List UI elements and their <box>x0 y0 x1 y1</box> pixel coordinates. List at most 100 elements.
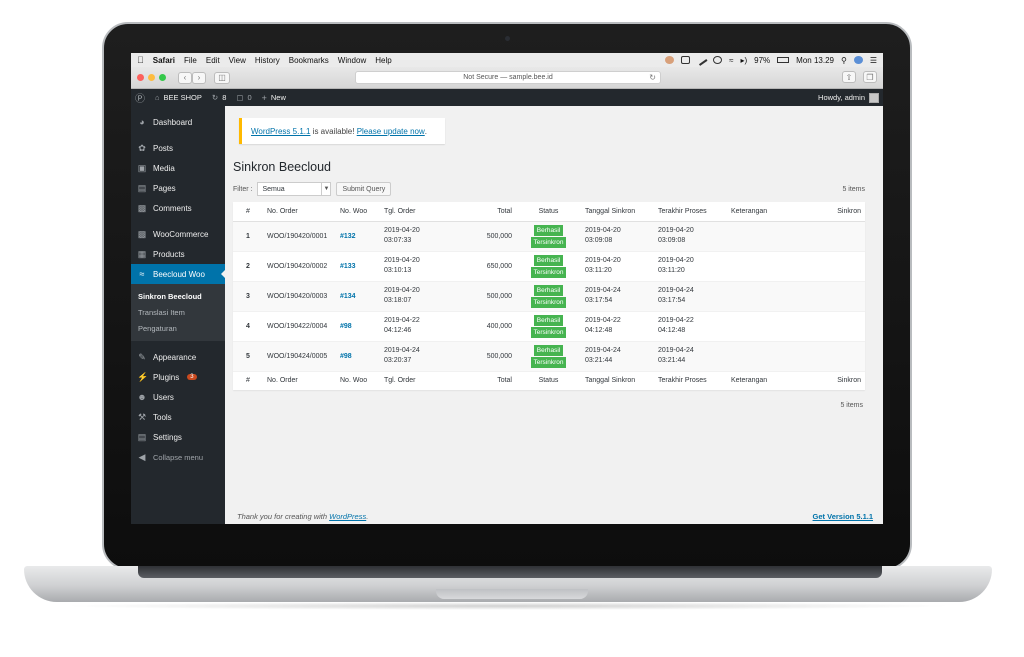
sidebar-item-tools[interactable]: ⚒ Tools <box>131 407 225 427</box>
sidebar-item-plugins[interactable]: ⚡ Plugins 3 <box>131 367 225 387</box>
sidebar-item-users[interactable]: ☻ Users <box>131 387 225 407</box>
tabs-icon[interactable]: ❐ <box>863 71 877 83</box>
sync-date-cell: 2019-04-24 03:21:44 <box>581 341 654 372</box>
wifi-icon[interactable]: ≈ <box>729 56 733 65</box>
table-body: 1 WOO/190420/0001 #132 2019-04-20 03:07:33 50… <box>233 221 865 372</box>
share-icon[interactable]: ⇧ <box>842 71 856 83</box>
sidebar-item-beecloud-woo[interactable]: ≈ Beecloud Woo <box>131 264 225 284</box>
sidebar-toggle-icon[interactable]: ◫ <box>214 71 230 84</box>
clock[interactable]: Mon 13.29 <box>796 56 834 65</box>
menu-help[interactable]: Help <box>375 56 391 65</box>
woo-order-link[interactable]: #98 <box>340 323 352 330</box>
site-name-link[interactable]: ⌂ BEE SHOP <box>155 93 202 102</box>
woo-order-link[interactable]: #132 <box>340 233 356 240</box>
sidebar-item-appearance[interactable]: ✎ Appearance <box>131 347 225 367</box>
sidebar-item-label: Pages <box>153 183 176 193</box>
menu-window[interactable]: Window <box>338 56 366 65</box>
sidebar-item-dashboard[interactable]: ◕ Dashboard <box>131 112 225 132</box>
col-tanggal-sinkron[interactable]: Tanggal Sinkron <box>581 202 654 222</box>
forward-button[interactable]: › <box>192 71 206 84</box>
last-process-time: 04:12:48 <box>658 327 686 334</box>
wordpress-logo-icon[interactable]: Ⓟ <box>135 90 145 105</box>
submit-query-button[interactable]: Submit Query <box>336 182 392 196</box>
close-window-button[interactable] <box>137 74 144 81</box>
col-sinkron[interactable]: Sinkron <box>797 202 865 222</box>
col-no-woo[interactable]: No. Woo <box>336 370 380 390</box>
table-footer-row: # No. Order No. Woo Tgl. Order Total Sta… <box>233 370 865 390</box>
collapse-menu-button[interactable]: ◀ Collapse menu <box>131 447 225 467</box>
comments-link[interactable]: ▢ 0 <box>236 93 251 102</box>
col-terakhir-proses[interactable]: Terakhir Proses <box>654 370 727 390</box>
wifi-icon: ≈ <box>139 269 145 279</box>
sidebar-item-label: Appearance <box>153 352 197 362</box>
time-machine-icon[interactable] <box>713 56 723 64</box>
new-content-link[interactable]: + New <box>262 93 286 103</box>
update-now-link[interactable]: Please update now <box>357 127 425 136</box>
woo-order-link[interactable]: #133 <box>340 263 356 270</box>
sidebar-item-woocommerce[interactable]: ▩ WooCommerce <box>131 224 225 244</box>
my-account-link[interactable]: Howdy, admin <box>818 92 879 103</box>
last-process-time: 03:09:08 <box>658 237 686 244</box>
wordpress-version-link[interactable]: WordPress 5.1.1 <box>251 127 310 136</box>
order-date: 2019-04-22 <box>384 317 420 324</box>
apple-icon[interactable]:  <box>137 55 144 65</box>
col-tgl-order[interactable]: Tgl. Order <box>380 370 476 390</box>
profile-icon[interactable] <box>665 56 675 64</box>
sidebar-item-pages[interactable]: ▤ Pages <box>131 178 225 198</box>
sidebar-item-settings[interactable]: ▤ Settings <box>131 427 225 447</box>
col-total[interactable]: Total <box>476 202 516 222</box>
sidebar-item-posts[interactable]: ✿ Posts <box>131 138 225 158</box>
col-total[interactable]: Total <box>476 370 516 390</box>
minimize-window-button[interactable] <box>148 74 155 81</box>
woo-order-link[interactable]: #98 <box>340 353 352 360</box>
toolbar-right: ⇧ ❐ <box>839 71 877 83</box>
sidebar-item-products[interactable]: ▦ Products <box>131 244 225 264</box>
sidebar-item-comments[interactable]: ▩ Comments <box>131 198 225 218</box>
col-keterangan[interactable]: Keterangan <box>727 202 797 222</box>
filter-value: Semua <box>262 185 285 193</box>
col-status[interactable]: Status <box>516 370 581 390</box>
reload-icon[interactable]: ↻ <box>649 73 656 82</box>
col-status[interactable]: Status <box>516 202 581 222</box>
col-no-woo[interactable]: No. Woo <box>336 202 380 222</box>
zoom-window-button[interactable] <box>159 74 166 81</box>
spotlight-icon[interactable]: ⚲ <box>841 56 847 65</box>
menu-file[interactable]: File <box>184 56 197 65</box>
sync-time: 03:17:54 <box>585 297 613 304</box>
col-keterangan[interactable]: Keterangan <box>727 370 797 390</box>
updates-link[interactable]: ↻ 8 <box>212 93 226 102</box>
back-button[interactable]: ‹ <box>178 71 192 84</box>
menu-history[interactable]: History <box>255 56 280 65</box>
battery-icon[interactable] <box>777 57 790 63</box>
sidebar-item-media[interactable]: ▣ Media <box>131 158 225 178</box>
page-title: Sinkron Beecloud <box>233 160 331 174</box>
get-version-link[interactable]: Get Version 5.1.1 <box>813 512 873 521</box>
wrench-icon: ⚒ <box>137 411 147 422</box>
filter-select[interactable]: Semua ▼ <box>257 182 332 196</box>
feather-icon[interactable] <box>695 54 708 66</box>
notification-center-icon[interactable]: ☰ <box>870 56 877 65</box>
col-sinkron[interactable]: Sinkron <box>797 370 865 390</box>
wordpress-link[interactable]: WordPress <box>329 512 366 521</box>
submenu-translasi-item[interactable]: Translasi Item <box>131 304 225 320</box>
col-tanggal-sinkron[interactable]: Tanggal Sinkron <box>581 370 654 390</box>
col-no-order[interactable]: No. Order <box>263 202 336 222</box>
message-icon[interactable] <box>681 56 691 64</box>
sinkron-cell <box>797 341 865 372</box>
submenu-sinkron-beecloud[interactable]: Sinkron Beecloud <box>131 288 225 304</box>
woo-order-link[interactable]: #134 <box>340 293 356 300</box>
menu-view[interactable]: View <box>229 56 246 65</box>
menu-edit[interactable]: Edit <box>206 56 220 65</box>
order-total: 500,000 <box>476 341 516 372</box>
address-bar[interactable]: Not Secure — sample.bee.id ↻ <box>355 71 661 84</box>
users-icon: ☻ <box>137 392 147 402</box>
volume-icon[interactable]: ▸) <box>740 56 747 65</box>
col-terakhir-proses[interactable]: Terakhir Proses <box>654 202 727 222</box>
col-tgl-order[interactable]: Tgl. Order <box>380 202 476 222</box>
menu-bookmarks[interactable]: Bookmarks <box>289 56 329 65</box>
menu-safari[interactable]: Safari <box>153 56 175 65</box>
col-no-order[interactable]: No. Order <box>263 370 336 390</box>
submenu-pengaturan[interactable]: Pengaturan <box>131 320 225 336</box>
col-num: # <box>233 202 263 222</box>
siri-icon[interactable] <box>853 56 863 64</box>
